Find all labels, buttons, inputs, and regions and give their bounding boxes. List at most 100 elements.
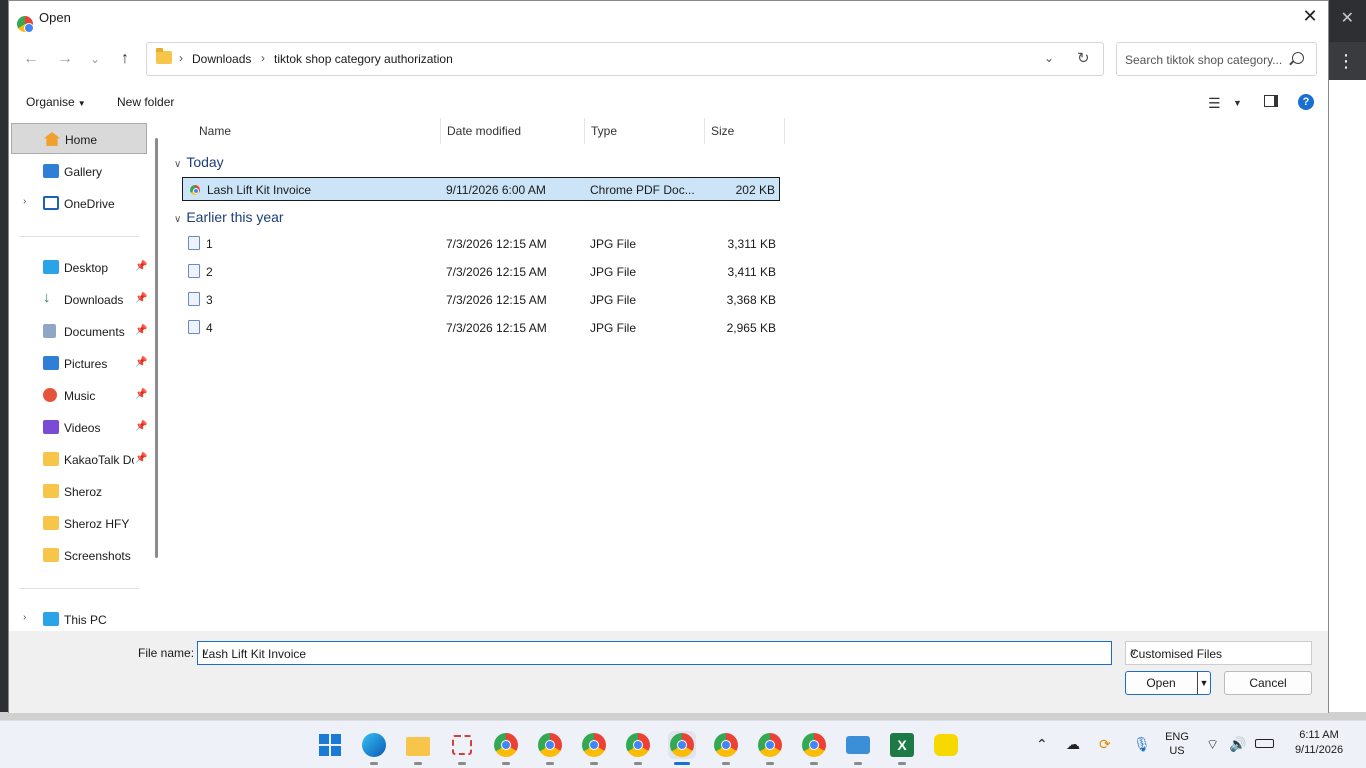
file-type: JPG File xyxy=(590,237,637,251)
taskbar-keyboard-app[interactable] xyxy=(844,731,872,765)
back-arrow-icon[interactable]: ← xyxy=(21,49,41,69)
column-header-date-modified[interactable]: Date modified xyxy=(447,124,521,150)
taskbar-chrome-profile-6[interactable] xyxy=(756,731,784,765)
column-header-type[interactable]: Type xyxy=(591,124,617,150)
pin-icon: 📌 xyxy=(135,453,148,464)
preview-pane-icon[interactable] xyxy=(1264,95,1278,107)
file-row-selected[interactable]: Lash Lift Kit Invoice 9/11/2026 6:00 AM … xyxy=(182,177,780,201)
expand-chevron-icon[interactable]: › xyxy=(23,196,26,207)
pictures-icon xyxy=(43,356,59,370)
file-row[interactable]: 3 7/3/2026 12:15 AM JPG File 3,368 KB xyxy=(182,288,780,312)
pin-icon: 📌 xyxy=(135,357,148,368)
taskbar-edge[interactable] xyxy=(360,731,388,765)
sidebar-item-videos[interactable]: Videos 📌 xyxy=(11,412,147,443)
sidebar-item-label: Documents xyxy=(64,325,125,339)
taskbar-file-explorer[interactable] xyxy=(404,731,432,765)
language-indicator[interactable]: ENG US xyxy=(1162,731,1192,757)
sidebar-item-pictures[interactable]: Pictures 📌 xyxy=(11,348,147,379)
sidebar-scrollbar[interactable] xyxy=(155,138,158,558)
pin-icon: 📌 xyxy=(135,261,148,272)
running-indicator xyxy=(766,762,774,765)
videos-icon xyxy=(43,420,59,434)
taskbar-snipping-tool[interactable] xyxy=(448,731,476,765)
search-box[interactable]: Search tiktok shop category... xyxy=(1116,42,1317,76)
taskbar-chrome-profile-7[interactable] xyxy=(800,731,828,765)
column-header-name[interactable]: Name xyxy=(199,124,231,150)
sidebar-item-gallery[interactable]: Gallery xyxy=(11,156,147,187)
search-icon xyxy=(1292,52,1304,64)
cancel-button[interactable]: Cancel xyxy=(1224,671,1312,695)
open-button[interactable]: Open ▼ xyxy=(1125,671,1211,695)
expand-chevron-icon[interactable]: › xyxy=(23,612,26,623)
browser-menu-icon[interactable]: ⋮ xyxy=(1326,42,1366,80)
this-pc-icon xyxy=(43,612,59,626)
taskbar-chrome-profile-4[interactable] xyxy=(624,731,652,765)
column-header-size[interactable]: Size xyxy=(711,124,734,150)
cloud-offline-icon[interactable]: ☁ xyxy=(1066,736,1080,753)
microphone-icon[interactable]: 🎙 xyxy=(1133,736,1151,753)
up-arrow-icon[interactable]: ↑ xyxy=(115,49,135,69)
jpg-file-icon xyxy=(188,264,200,278)
start-button[interactable] xyxy=(316,731,344,759)
view-options-caret-icon[interactable]: ▼ xyxy=(1233,98,1242,108)
windows-logo-icon xyxy=(319,746,329,756)
sidebar-item-downloads[interactable]: ↓ Downloads 📌 xyxy=(11,284,147,315)
column-separator[interactable] xyxy=(584,118,585,144)
taskbar-kakaotalk[interactable] xyxy=(932,731,960,759)
taskbar-chrome-profile-5[interactable] xyxy=(712,731,740,765)
help-icon[interactable]: ? xyxy=(1298,94,1314,110)
breadcrumb-current-folder[interactable]: tiktok shop category authorization xyxy=(274,52,453,66)
chevron-down-icon[interactable]: ∨ xyxy=(202,647,1106,658)
clock[interactable]: 6:11 AM 9/11/2026 xyxy=(1284,729,1354,756)
organise-button[interactable]: Organise ▼ xyxy=(26,95,86,109)
sidebar-item-sheroz[interactable]: Sheroz xyxy=(11,476,147,507)
address-dropdown-chevron-icon[interactable]: ⌄ xyxy=(1044,51,1054,65)
chrome-icon xyxy=(802,733,826,757)
open-split-dropdown-icon[interactable]: ▼ xyxy=(1197,672,1210,694)
taskbar-chrome-profile-3[interactable] xyxy=(580,731,608,765)
battery-icon[interactable] xyxy=(1255,739,1274,748)
file-row[interactable]: 2 7/3/2026 12:15 AM JPG File 3,411 KB xyxy=(182,260,780,284)
sidebar-item-desktop[interactable]: Desktop 📌 xyxy=(11,252,147,283)
volume-icon[interactable]: 🔊 xyxy=(1229,736,1246,753)
taskbar-excel[interactable]: X xyxy=(888,731,916,765)
sidebar-item-documents[interactable]: Documents 📌 xyxy=(11,316,147,347)
background-close-icon[interactable]: ✕ xyxy=(1341,8,1354,28)
sidebar-item-kakaotalk-downloads[interactable]: KakaoTalk Downloads 📌 xyxy=(11,444,147,475)
sidebar-item-music[interactable]: Music 📌 xyxy=(11,380,147,411)
show-hidden-icons-chevron-icon[interactable]: ⌃ xyxy=(1036,736,1048,753)
jpg-file-icon xyxy=(188,236,200,250)
sidebar-item-screenshots[interactable]: Screenshots xyxy=(11,540,147,571)
recent-locations-chevron-icon[interactable]: ⌄ xyxy=(85,49,105,69)
sidebar-item-onedrive[interactable]: › OneDrive xyxy=(11,188,147,219)
sync-icon[interactable]: ⟳ xyxy=(1099,736,1111,753)
snipping-tool-icon xyxy=(452,735,472,755)
column-separator[interactable] xyxy=(784,118,785,144)
breadcrumb-downloads[interactable]: Downloads xyxy=(192,52,251,66)
refresh-icon[interactable]: ↻ xyxy=(1077,49,1090,67)
view-options-icon[interactable]: ☰ xyxy=(1208,95,1221,112)
file-name-input[interactable]: Lash Lift Kit Invoice ∨ xyxy=(197,641,1112,665)
chrome-pdf-icon xyxy=(190,185,200,195)
file-row[interactable]: 4 7/3/2026 12:15 AM JPG File 2,965 KB xyxy=(182,316,780,340)
column-separator[interactable] xyxy=(440,118,441,144)
close-button[interactable]: ✕ xyxy=(1298,5,1322,29)
column-separator[interactable] xyxy=(704,118,705,144)
wifi-icon[interactable]: ⌔ xyxy=(1206,736,1219,754)
group-header-today[interactable]: ∨ Today xyxy=(174,154,224,170)
sidebar-item-sheroz-hfy[interactable]: Sheroz HFY xyxy=(11,508,147,539)
download-arrow-icon: ↓ xyxy=(43,289,51,306)
forward-arrow-icon[interactable]: → xyxy=(55,49,75,69)
taskbar-chrome-profile-2[interactable] xyxy=(536,731,564,765)
new-folder-button[interactable]: New folder xyxy=(117,95,174,109)
taskbar-chrome-active[interactable] xyxy=(668,731,696,765)
file-row[interactable]: 1 7/3/2026 12:15 AM JPG File 3,311 KB xyxy=(182,232,780,256)
address-bar[interactable]: › Downloads › tiktok shop category autho… xyxy=(146,42,1104,76)
sidebar-item-home[interactable]: Home xyxy=(11,123,147,154)
file-type-select[interactable]: Customised Files ∨ xyxy=(1125,641,1312,665)
chrome-icon xyxy=(582,733,606,757)
running-indicator xyxy=(634,762,642,765)
music-icon xyxy=(43,388,57,402)
group-header-earlier-this-year[interactable]: ∨ Earlier this year xyxy=(174,209,284,225)
taskbar-chrome-profile-1[interactable] xyxy=(492,731,520,765)
